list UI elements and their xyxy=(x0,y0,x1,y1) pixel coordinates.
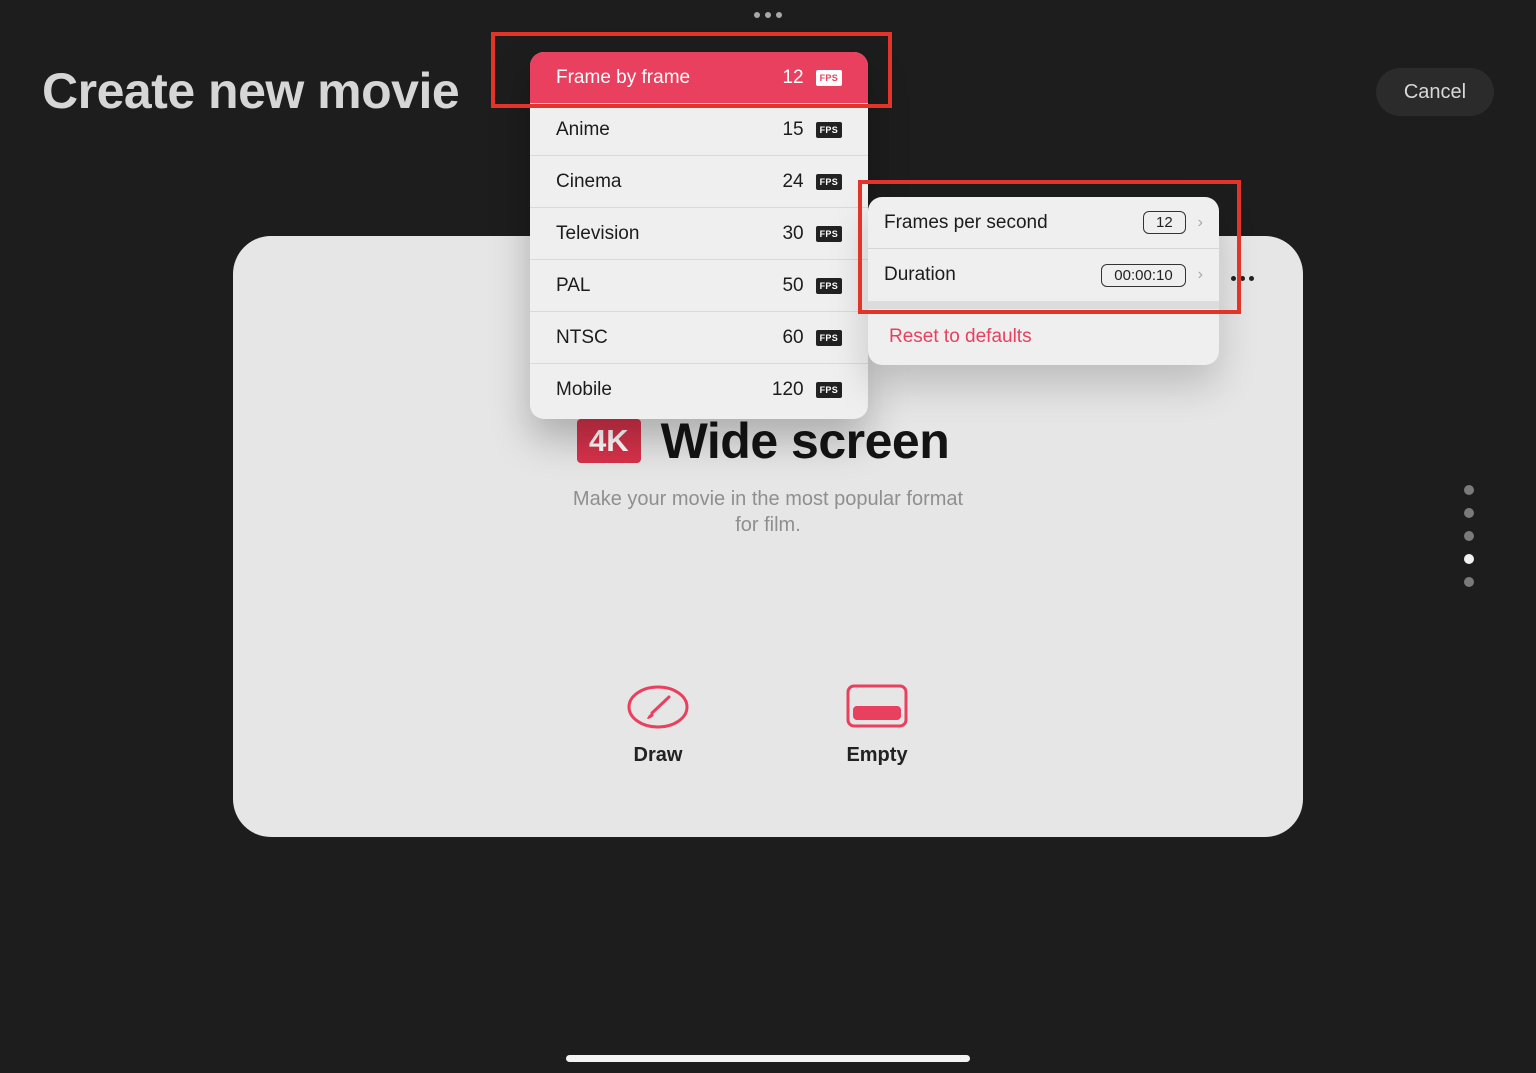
fps-item-frame-by-frame[interactable]: Frame by frame 12 FPS xyxy=(530,52,868,104)
chevron-right-icon: › xyxy=(1197,213,1203,231)
top-more-icon[interactable] xyxy=(752,9,784,21)
reset-defaults-button[interactable]: Reset to defaults xyxy=(868,309,1219,365)
duration-setting-row[interactable]: Duration 00:00:10 › xyxy=(868,249,1219,301)
empty-label: Empty xyxy=(846,744,908,766)
page-dot[interactable] xyxy=(1464,508,1474,518)
fps-item-name: Anime xyxy=(556,118,610,140)
cancel-button[interactable]: Cancel xyxy=(1376,68,1494,116)
format-description: Make your movie in the most popular form… xyxy=(572,488,964,536)
fps-item-value: 50 xyxy=(782,274,804,296)
fps-tag: FPS xyxy=(815,69,842,86)
fps-item-mobile[interactable]: Mobile 120 FPS xyxy=(530,364,868,416)
fps-item-cinema[interactable]: Cinema 24 FPS xyxy=(530,156,868,208)
home-indicator[interactable] xyxy=(566,1055,970,1062)
separator xyxy=(868,301,1219,309)
fps-item-value: 15 xyxy=(782,118,804,140)
duration-setting-label: Duration xyxy=(884,264,956,285)
duration-setting-value: 00:00:10 xyxy=(1101,263,1186,287)
movie-settings-popover: Frames per second 12 › Duration 00:00:10… xyxy=(868,197,1219,365)
fps-tag: FPS xyxy=(815,277,842,294)
fps-item-value: 60 xyxy=(782,326,804,348)
page-dot-active[interactable] xyxy=(1464,554,1474,564)
page-dot[interactable] xyxy=(1464,485,1474,495)
fps-item-name: Television xyxy=(556,222,640,244)
fps-item-name: NTSC xyxy=(556,326,608,348)
fps-setting-label: Frames per second xyxy=(884,211,1048,233)
fps-item-value: 120 xyxy=(771,379,804,400)
fps-preset-menu: Frame by frame 12 FPS Anime 15 FPS Cinem… xyxy=(530,52,868,419)
draw-option[interactable]: Draw xyxy=(598,684,718,767)
fps-item-value: 30 xyxy=(782,222,804,244)
page-title: Create new movie xyxy=(42,63,460,119)
chevron-right-icon: › xyxy=(1197,266,1203,283)
fps-tag: FPS xyxy=(815,225,842,242)
resolution-badge: 4K xyxy=(577,419,641,463)
fps-item-value: 24 xyxy=(782,170,804,192)
brush-icon xyxy=(627,685,689,729)
fps-item-name: Cinema xyxy=(556,170,622,192)
format-title: 4K Wide screen xyxy=(577,412,950,470)
card-more-icon[interactable] xyxy=(1231,276,1254,281)
fps-tag: FPS xyxy=(815,329,842,346)
page-indicator[interactable] xyxy=(1464,485,1474,587)
fps-item-name: PAL xyxy=(556,274,591,296)
fps-item-name: Frame by frame xyxy=(556,66,691,88)
fps-item-anime[interactable]: Anime 15 FPS xyxy=(530,104,868,156)
fps-setting-value: 12 xyxy=(1142,211,1186,234)
fps-item-value: 12 xyxy=(782,66,804,88)
fps-item-ntsc[interactable]: NTSC 60 FPS xyxy=(530,312,868,364)
page-dot[interactable] xyxy=(1464,577,1474,587)
fps-tag: FPS xyxy=(815,173,842,190)
page-dot[interactable] xyxy=(1464,531,1474,541)
fps-item-name: Mobile xyxy=(556,379,612,400)
fps-tag: FPS xyxy=(815,121,842,138)
draw-label: Draw xyxy=(633,744,683,766)
fps-setting-row[interactable]: Frames per second 12 › xyxy=(868,197,1219,249)
fps-item-pal[interactable]: PAL 50 FPS xyxy=(530,260,868,312)
fps-item-television[interactable]: Television 30 FPS xyxy=(530,208,868,260)
fps-tag: FPS xyxy=(815,382,842,398)
empty-option[interactable]: Empty xyxy=(817,684,937,767)
empty-canvas-icon xyxy=(846,684,908,728)
format-name: Wide screen xyxy=(660,413,950,469)
